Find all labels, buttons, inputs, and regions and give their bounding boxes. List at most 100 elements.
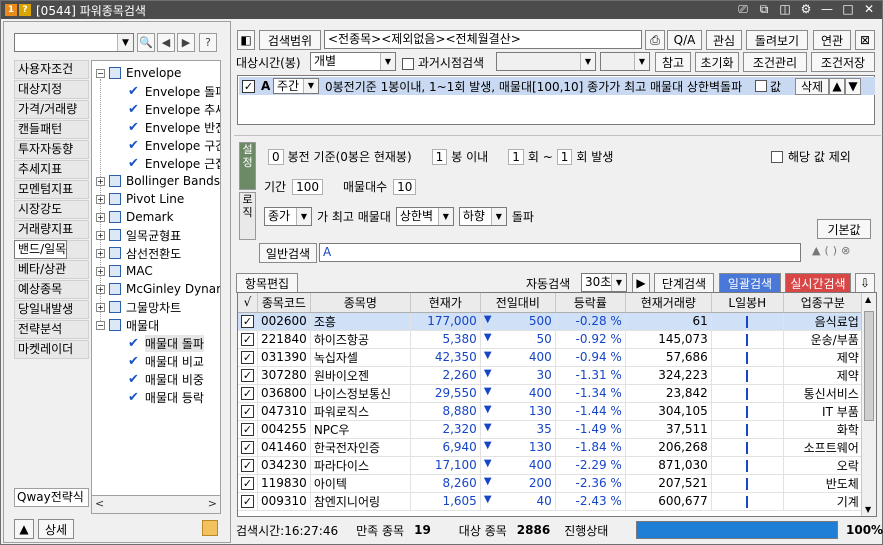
tree-folder-node[interactable]: − Envelope (96, 64, 181, 82)
table-row[interactable]: ✓ 002600 조흥 177,000 ▼ 500 -0.28 % 61 음식료업 (238, 312, 863, 331)
scroll-down-icon[interactable]: ▼ (865, 505, 871, 514)
expand-icon[interactable]: + (96, 266, 105, 276)
interval-select[interactable]: 30초 ▼ (581, 273, 627, 292)
batch-search-button[interactable]: 일괄검색 (719, 273, 781, 293)
settings-gear-icon[interactable]: ⚙ (799, 2, 813, 17)
link-screen-icon[interactable]: ⎚ (736, 2, 750, 17)
col-rate[interactable]: 등락률 (555, 293, 626, 313)
table-row[interactable]: ✓ 034230 파라다이스 17,100 ▼ 400 -2.29 % 871,030 오락 (238, 456, 863, 475)
tree-item-node[interactable]: ✔ 매물대 돌파 (128, 334, 204, 352)
col-check[interactable]: √ (238, 293, 258, 313)
category-item[interactable]: 추세지표 (14, 160, 89, 179)
col-volume[interactable]: 현재거래량 (625, 293, 712, 313)
row-check-cell[interactable]: ✓ (238, 456, 258, 475)
chevron-down-icon[interactable]: ▼ (490, 208, 506, 225)
print-icon[interactable]: ⎙ (645, 30, 665, 50)
row-checkbox[interactable]: ✓ (241, 351, 254, 364)
tree-folder-node[interactable]: + Demark (96, 208, 174, 226)
expand-icon[interactable]: + (96, 230, 105, 240)
interest-button[interactable]: 관심 (706, 30, 742, 50)
row-check-cell[interactable]: ✓ (238, 312, 258, 331)
step-search-button[interactable]: 단계검색 (654, 273, 714, 293)
target-time-select[interactable]: 개별 ▼ (310, 52, 396, 71)
tree-item-node[interactable]: ✔ Envelope 구간 (128, 136, 220, 154)
scroll-right-icon[interactable]: > (208, 497, 217, 510)
chevron-down-icon[interactable]: ▼ (611, 274, 626, 291)
tab-setup[interactable]: 설정 (239, 142, 256, 190)
exclude-checkbox[interactable] (771, 150, 783, 163)
row-check-cell[interactable]: ✓ (238, 402, 258, 421)
row-check-cell[interactable]: ✓ (238, 420, 258, 439)
row-check-cell[interactable]: ✓ (238, 366, 258, 385)
row-checkbox[interactable]: ✓ (241, 333, 254, 346)
chevron-down-icon[interactable]: ▼ (296, 208, 311, 225)
close-icon[interactable]: ✕ (862, 2, 876, 17)
collapse-up-icon[interactable]: ▲ (14, 519, 34, 539)
condition-manage-button[interactable]: 조건관리 (743, 52, 807, 72)
category-item[interactable]: 캔들패턴 (14, 120, 89, 139)
past-search-checkbox[interactable] (402, 57, 414, 70)
row-checkbox[interactable]: ✓ (241, 477, 254, 490)
expand-icon[interactable]: + (96, 176, 105, 186)
collapse-icon[interactable]: − (96, 320, 105, 330)
item-edit-button[interactable]: 항목편집 (236, 273, 298, 293)
tab-logic[interactable]: 로직 (239, 192, 256, 240)
tree-item-node[interactable]: ✔ 매물대 비중 (128, 370, 204, 388)
tree-folder-node[interactable]: + Bollinger Bands (96, 172, 220, 190)
count-from-input[interactable]: 1 (508, 148, 524, 165)
condition-text[interactable]: 0봉전기준 1봉이내, 1~1회 발생, 매물대[100,10] 종가가 최고 … (325, 78, 755, 95)
condition-row[interactable]: ✓ A 주간 ▼ 0봉전기준 1봉이내, 1~1회 발생, 매물대[100,10]… (239, 77, 875, 95)
chevron-down-icon[interactable]: ▼ (580, 53, 595, 70)
delete-button[interactable]: 삭제 (795, 77, 830, 95)
category-item[interactable]: 당일내발생 (14, 300, 89, 319)
row-checkbox[interactable]: ✓ (241, 387, 254, 400)
row-check-cell[interactable]: ✓ (238, 330, 258, 349)
tree-item-node[interactable]: ✔ Envelope 반전 (128, 118, 220, 136)
export-icon[interactable]: ⇩ (855, 273, 875, 293)
category-item[interactable]: 마켓레이더 (14, 340, 89, 359)
past-date-select[interactable]: ▼ (496, 52, 596, 71)
table-row[interactable]: ✓ 041460 한국전자인증 6,940 ▼ 130 -1.84 % 206,268 소프트웨… (238, 438, 863, 457)
expand-icon[interactable]: + (96, 302, 105, 312)
row-check-cell[interactable]: ✓ (238, 474, 258, 493)
scroll-thumb[interactable] (864, 311, 874, 421)
folder-icon[interactable] (202, 520, 218, 536)
row-check-cell[interactable]: ✓ (238, 348, 258, 367)
table-row[interactable]: ✓ 004255 NPC우 2,320 ▼ 35 -1.49 % 37,511 화학 (238, 420, 863, 439)
period-input[interactable]: 100 (292, 178, 323, 195)
reference-button[interactable]: 참고 (655, 52, 691, 72)
play-icon[interactable]: ▶ (632, 273, 650, 293)
table-row[interactable]: ✓ 307280 원바이오젠 2,260 ▼ 30 -1.31 % 324,223 제약 (238, 366, 863, 385)
condition-value-checkbox[interactable] (755, 80, 767, 92)
row-check-cell[interactable]: ✓ (238, 384, 258, 403)
table-row[interactable]: ✓ 221840 하이즈항공 5,380 ▼ 50 -0.92 % 145,073 운송/부품 (238, 330, 863, 349)
category-item[interactable]: 베타/상관 (14, 260, 89, 279)
category-item[interactable]: 대상지정 (14, 80, 89, 99)
search-range-button[interactable]: 검색범위 (259, 30, 321, 50)
help-badge[interactable]: ? (19, 4, 31, 16)
past-time-select[interactable]: ▼ (600, 52, 650, 71)
tree-item-node[interactable]: ✔ 매물대 등락 (128, 388, 204, 406)
row-check-cell[interactable]: ✓ (238, 492, 258, 511)
realtime-search-button[interactable]: 실시간검색 (785, 273, 851, 293)
collapse-icon[interactable]: − (96, 68, 105, 78)
direction-select[interactable]: 하향 ▼ (458, 207, 507, 226)
tree-horizontal-scrollbar[interactable]: < > (91, 496, 221, 514)
bound-select[interactable]: 상한벽 ▼ (395, 207, 454, 226)
capture-icon[interactable]: ◫ (778, 2, 792, 17)
bars-before-input[interactable]: 0 (268, 148, 284, 165)
tree-folder-node[interactable]: + Pivot Line (96, 190, 184, 208)
condition-search-combo[interactable]: ▼ (14, 33, 134, 52)
qway-strategy-tab[interactable]: Qway전략식 (14, 488, 89, 507)
row-check-cell[interactable]: ✓ (238, 438, 258, 457)
chevron-down-icon[interactable]: ▼ (634, 53, 649, 70)
next-icon[interactable]: ▶ (177, 33, 195, 52)
close-panel-icon[interactable]: ⊠ (855, 30, 875, 50)
search-range-field[interactable]: <전종목><제외없음><전체월결산> (324, 30, 642, 49)
table-row[interactable]: ✓ 036800 나이스정보통신 29,550 ▼ 400 -1.34 % 23,842 통신서… (238, 384, 863, 403)
default-value-button[interactable]: 기본값 (817, 219, 871, 239)
row-checkbox[interactable]: ✓ (241, 495, 254, 508)
col-name[interactable]: 종목명 (310, 293, 411, 313)
row-checkbox[interactable]: ✓ (241, 441, 254, 454)
category-item[interactable]: 밴드/일목 (14, 240, 68, 259)
